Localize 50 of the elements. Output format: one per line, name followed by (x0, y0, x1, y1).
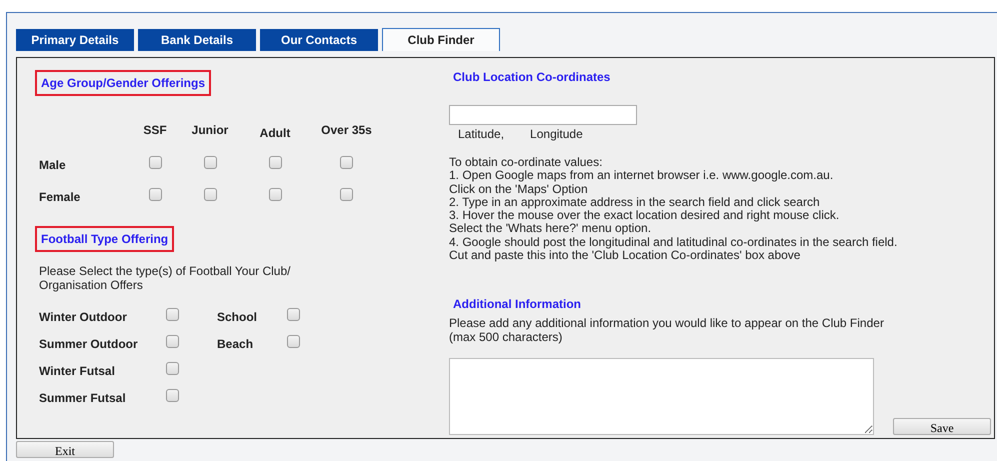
instruction-line: Click on the 'Maps' Option (449, 182, 589, 196)
option-label: School (217, 309, 258, 326)
column-header: Adult (258, 125, 292, 142)
tab[interactable]: Our Contacts (260, 29, 378, 51)
section-heading: Age Group/Gender Offerings (35, 70, 212, 96)
checkbox[interactable] (287, 335, 300, 348)
exit-button[interactable]: Exit (16, 441, 114, 458)
column-header: Over 35s (320, 122, 373, 139)
tab[interactable]: Club Finder (382, 28, 500, 51)
instruction-text: Please Select the type(s) of Football Your Club/ Organisation Offers (39, 264, 292, 292)
column-header: SSF (142, 122, 168, 139)
section-heading: Football Type Offering (35, 226, 174, 252)
checkbox[interactable] (287, 308, 300, 321)
checkbox[interactable] (166, 362, 179, 375)
option-label: Summer Futsal (39, 390, 127, 407)
option-label: Winter Futsal (39, 363, 116, 380)
checkbox[interactable] (340, 188, 353, 201)
tab[interactable]: Bank Details (138, 29, 256, 51)
checkbox[interactable] (166, 389, 179, 402)
instruction-line: Cut and paste this into the 'Club Location Co-ordinates' box above (449, 249, 802, 262)
row-label: Male (39, 157, 67, 174)
checkbox[interactable] (268, 188, 282, 201)
additional-info-field[interactable] (449, 358, 874, 436)
tab[interactable]: Primary Details (16, 29, 134, 51)
checkbox[interactable] (148, 188, 162, 201)
row-label: Female (39, 189, 82, 206)
checkbox[interactable] (166, 335, 179, 348)
checkbox[interactable] (204, 156, 216, 169)
section-heading: Club Location Co-ordinates (452, 69, 612, 86)
checkbox[interactable] (268, 156, 282, 169)
instruction-line: To obtain co-ordinate values: (449, 156, 604, 170)
section-heading: Additional Information (452, 296, 582, 314)
description-text: Please add any additional information you would like to appear on the Club Finder (max 500 characters) (449, 317, 885, 344)
save-button[interactable]: Save (893, 418, 991, 436)
instruction-line: 2. Type in an approximate address in the search field and click search (449, 196, 821, 210)
field-label: Latitude, (458, 126, 504, 143)
instruction-line: Select the 'Whats here?' menu option. (449, 222, 652, 236)
field-label: Longitude (530, 126, 583, 143)
checkbox[interactable] (166, 308, 179, 321)
option-label: Winter Outdoor (39, 309, 128, 326)
coordinates-field[interactable] (449, 105, 637, 125)
option-label: Beach (217, 336, 254, 353)
checkbox[interactable] (340, 156, 353, 169)
checkbox[interactable] (148, 156, 162, 169)
checkbox[interactable] (204, 188, 216, 201)
column-header: Junior (190, 122, 230, 139)
instruction-line: 3. Hover the mouse over the exact location desired and right mouse click. (449, 209, 840, 222)
instruction-line: 1. Open Google maps from an internet browser i.e. www.google.com.au. (449, 169, 834, 183)
option-label: Summer Outdoor (39, 336, 139, 353)
instruction-line: 4. Google should post the longitudinal and latitudinal co-ordinates in the search field. (449, 236, 898, 250)
